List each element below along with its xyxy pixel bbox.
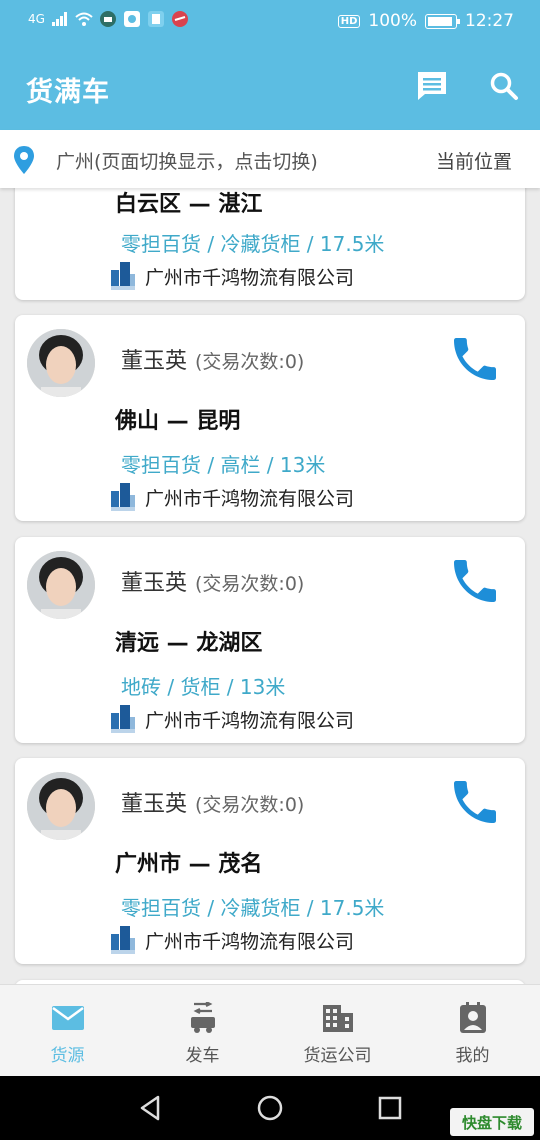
driver-info: 董玉英 (交易次数:0) [121, 343, 304, 375]
route-text: 广州市 — 茂名 [115, 852, 263, 877]
truck-icon [186, 1001, 220, 1035]
message-button[interactable] [414, 68, 450, 104]
company-building-icon [111, 705, 135, 733]
current-location-button[interactable]: 当前位置 [436, 147, 512, 174]
cargo-card[interactable]: 白云区 — 湛江 零担百货 / 冷藏货柜 / 17.5米 广州市千鸿物流有限公司 [15, 188, 525, 300]
search-icon [490, 72, 518, 100]
company-row: 广州市千鸿物流有限公司 [111, 926, 354, 954]
avatar-photo [27, 772, 95, 840]
company-row: 广州市千鸿物流有限公司 [111, 262, 354, 290]
signal-icon [51, 10, 69, 28]
notification-app-icon-4 [171, 10, 189, 28]
battery-icon [425, 13, 460, 29]
driver-name: 董玉英 [121, 349, 188, 374]
call-button[interactable] [447, 331, 503, 387]
company-name: 广州市千鸿物流有限公司 [145, 709, 355, 732]
company-building-icon [111, 262, 135, 290]
cargo-list[interactable]: 白云区 — 湛江 零担百货 / 冷藏货柜 / 17.5米 广州市千鸿物流有限公司… [0, 188, 540, 984]
nav-item-depart[interactable]: 发车 [135, 985, 270, 1076]
hd-badge: HD [337, 14, 361, 28]
driver-name: 董玉英 [121, 571, 188, 596]
network-label: 4G [28, 12, 45, 26]
nav-label: 货运公司 [303, 1046, 372, 1066]
bottom-nav: 货源 发车 货运公司 我的 [0, 984, 540, 1076]
driver-info: 董玉英 (交易次数:0) [121, 786, 304, 818]
status-bar: 4G HD 100% 12:27 [0, 0, 540, 44]
avatar [27, 329, 95, 397]
wifi-icon [75, 10, 93, 28]
battery-percent: 100% [368, 11, 417, 31]
message-icon [418, 72, 446, 100]
notification-app-icon-3 [147, 10, 165, 28]
nav-label: 我的 [455, 1046, 490, 1066]
cargo-card[interactable]: 董玉英 (交易次数:0) 广州市 — 茂名 零担百货 / 冷藏货柜 / 17.5… [15, 758, 525, 964]
trade-count: (交易次数:0) [195, 573, 305, 595]
call-button[interactable] [447, 553, 503, 609]
watermark-text: 快盘下载 [461, 1113, 522, 1132]
cargo-info: 零担百货 / 冷藏货柜 / 17.5米 [121, 896, 385, 920]
avatar [27, 772, 95, 840]
phone-icon [454, 338, 496, 380]
app-title: 货满车 [26, 77, 110, 108]
route-text: 白云区 — 湛江 [115, 192, 263, 217]
company-building-icon [111, 926, 135, 954]
nav-label: 发车 [185, 1046, 220, 1066]
driver-name: 董玉英 [121, 792, 188, 817]
nav-item-mine[interactable]: 我的 [405, 985, 540, 1076]
cargo-card[interactable]: 董玉英 (交易次数:0) 清远 — 龙湖区 地砖 / 货柜 / 13米 广州市千… [15, 537, 525, 743]
status-right: HD 100% 12:27 [337, 11, 514, 31]
company-building-icon [111, 483, 135, 511]
nav-item-freight-company[interactable]: 货运公司 [270, 985, 405, 1076]
driver-info: 董玉英 (交易次数:0) [121, 565, 304, 597]
location-pin-icon [14, 146, 34, 174]
notification-app-icon [99, 10, 117, 28]
app-bar: 货满车 [0, 44, 540, 130]
company-name: 广州市千鸿物流有限公司 [145, 487, 355, 510]
call-button[interactable] [447, 774, 503, 830]
company-row: 广州市千鸿物流有限公司 [111, 705, 354, 733]
back-icon[interactable] [136, 1094, 164, 1122]
home-icon[interactable] [256, 1094, 284, 1122]
profile-icon [456, 1001, 490, 1035]
trade-count: (交易次数:0) [195, 794, 305, 816]
avatar-photo [27, 329, 95, 397]
search-button[interactable] [486, 68, 522, 104]
route-text: 清远 — 龙湖区 [115, 631, 263, 656]
battery-fill [428, 16, 452, 26]
phone-icon [454, 781, 496, 823]
phone-icon [454, 560, 496, 602]
company-row: 广州市千鸿物流有限公司 [111, 483, 354, 511]
avatar-photo [27, 551, 95, 619]
status-left: 4G [28, 10, 189, 28]
avatar [27, 551, 95, 619]
nav-label: 货源 [50, 1046, 85, 1066]
route-text: 佛山 — 昆明 [115, 409, 241, 434]
location-text[interactable]: 广州(页面切换显示，点击切换) [56, 147, 318, 174]
building-icon [321, 1001, 355, 1035]
watermark-badge: 快盘下载 [450, 1108, 534, 1136]
location-bar[interactable]: 广州(页面切换显示，点击切换) 当前位置 [0, 130, 540, 188]
cargo-card[interactable]: 董玉英 (交易次数:0) 佛山 — 昆明 零担百货 / 高栏 / 13米 广州市… [15, 315, 525, 521]
company-name: 广州市千鸿物流有限公司 [145, 266, 355, 289]
recents-icon[interactable] [376, 1094, 404, 1122]
company-name: 广州市千鸿物流有限公司 [145, 930, 355, 953]
mail-icon [51, 1001, 85, 1035]
notification-app-icon-2 [123, 10, 141, 28]
trade-count: (交易次数:0) [195, 351, 305, 373]
cargo-info: 地砖 / 货柜 / 13米 [121, 675, 286, 699]
cargo-info: 零担百货 / 高栏 / 13米 [121, 453, 326, 477]
system-nav-bar: 快盘下载 [0, 1076, 540, 1140]
nav-item-cargo-source[interactable]: 货源 [0, 985, 135, 1076]
clock: 12:27 [465, 11, 514, 31]
cargo-info: 零担百货 / 冷藏货柜 / 17.5米 [121, 232, 385, 256]
